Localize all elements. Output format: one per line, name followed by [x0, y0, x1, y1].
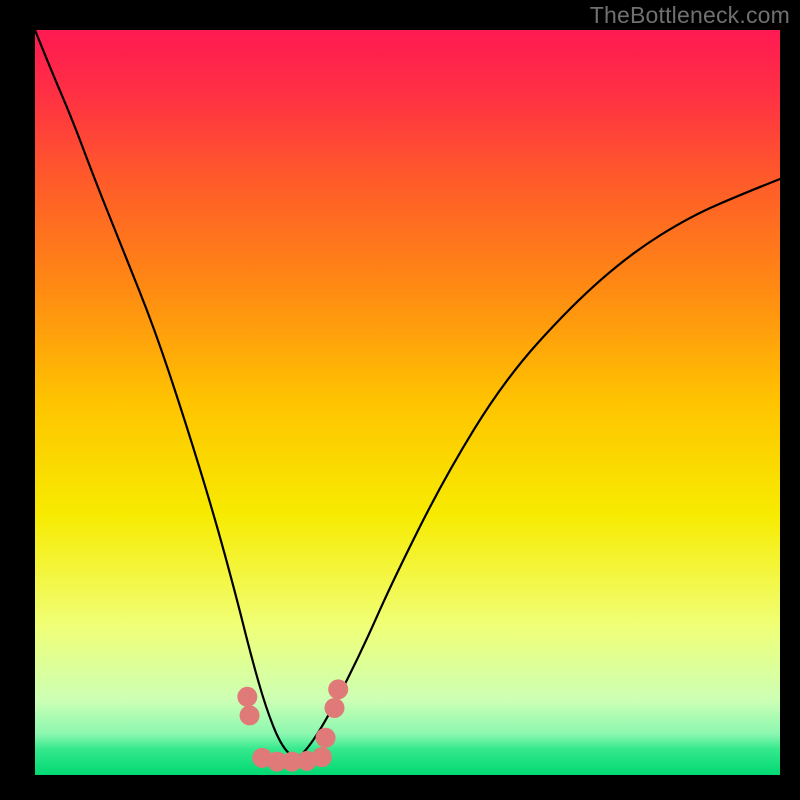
highlight-dot	[324, 698, 344, 718]
highlight-dot	[237, 687, 257, 707]
highlight-dot	[312, 747, 332, 767]
gradient-background	[35, 30, 780, 775]
highlight-dot	[240, 705, 260, 725]
watermark-text: TheBottleneck.com	[590, 2, 790, 29]
chart-frame: TheBottleneck.com	[0, 0, 800, 800]
highlight-dot	[328, 679, 348, 699]
bottleneck-chart	[35, 30, 780, 775]
highlight-dot	[316, 728, 336, 748]
plot-area	[35, 30, 780, 775]
